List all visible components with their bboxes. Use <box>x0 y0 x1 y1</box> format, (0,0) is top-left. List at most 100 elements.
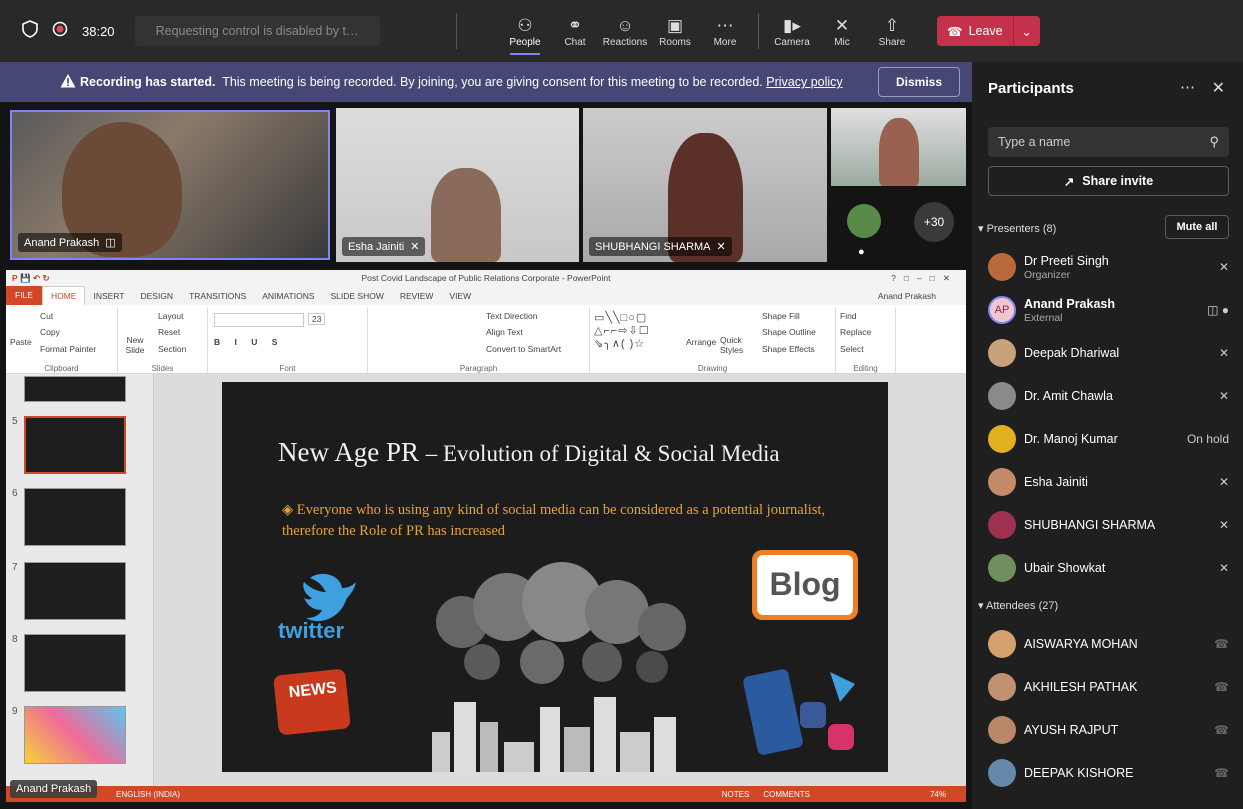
language-status[interactable]: ENGLISH (INDIA) <box>116 790 180 799</box>
participant-row[interactable]: AKHILESH PATHAK ☎ <box>988 669 1229 705</box>
video-tile-preeti[interactable] <box>831 108 966 186</box>
share-icon: ⇧ <box>884 15 900 35</box>
attendees-header[interactable]: ▾ Attendees (27) <box>978 599 1058 612</box>
tab-view[interactable]: VIEW <box>441 291 479 301</box>
participant-row[interactable]: Deepak Dhariwal ✕ <box>988 335 1229 371</box>
notes-button[interactable]: NOTES <box>722 790 750 799</box>
participant-row[interactable]: Dr. Manoj Kumar On hold <box>988 421 1229 457</box>
avatar <box>988 759 1016 787</box>
shape-outline-button[interactable]: Shape Outline <box>762 327 816 337</box>
more-participants-badge[interactable]: +30 <box>914 202 954 242</box>
tab-insert[interactable]: INSERT <box>85 291 132 301</box>
section-button[interactable]: Section <box>158 344 186 354</box>
mute-all-button[interactable]: Mute all <box>1165 215 1229 239</box>
tile-name: Esha Jainiti ✕ <box>342 237 426 256</box>
comments-button[interactable]: COMMENTS <box>763 790 810 799</box>
more-icon: ⋯ <box>716 15 734 35</box>
slide-thumbnail[interactable] <box>24 488 126 546</box>
slide-thumbnail[interactable] <box>24 416 126 474</box>
arrange-button[interactable]: Arrange <box>686 337 716 347</box>
font-size-select[interactable]: 23 <box>308 313 326 325</box>
quick-styles-button[interactable]: Quick Styles <box>720 335 743 355</box>
align-text-button[interactable]: Align Text <box>486 327 523 337</box>
font-format-buttons[interactable]: B I U S <box>214 337 283 347</box>
paste-button[interactable]: Paste <box>10 337 32 347</box>
avatar <box>988 382 1016 410</box>
ppt-titlebar: P 💾 ↶ ↻ Post Covid Landscape of Public R… <box>6 270 966 286</box>
zoom-level[interactable]: 74% <box>930 790 946 799</box>
cut-button[interactable]: Cut <box>40 311 53 321</box>
participants-panel: Participants ⋯ ✕ Type a name ⚲ ↗ Share in… <box>972 62 1243 809</box>
ppt-user[interactable]: Anand Prakash <box>870 291 966 301</box>
dismiss-button[interactable]: Dismiss <box>878 67 960 97</box>
share-button[interactable]: ⇧ Share <box>867 3 917 59</box>
slide-thumbnail[interactable] <box>24 706 126 764</box>
participant-row[interactable]: AYUSH RAJPUT ☎ <box>988 712 1229 748</box>
tab-animations[interactable]: ANIMATIONS <box>254 291 322 301</box>
slide-thumbnail[interactable] <box>24 376 126 402</box>
reactions-button[interactable]: ☺ Reactions <box>600 3 650 59</box>
slide-thumbnail[interactable] <box>24 634 126 692</box>
leave-button[interactable]: ☎ Leave ⌄ <box>937 16 1040 46</box>
more-options-icon[interactable]: ⋯ <box>1180 78 1195 96</box>
participant-row[interactable]: AISWARYA MOHAN ☎ <box>988 626 1229 662</box>
camera-button[interactable]: ▮▸ Camera <box>767 3 817 59</box>
new-slide-button[interactable]: New Slide <box>122 335 148 355</box>
participant-row[interactable]: AP Anand Prakash External ◫ ● <box>988 292 1229 328</box>
shape-fill-button[interactable]: Shape Fill <box>762 311 800 321</box>
participant-avatar[interactable] <box>847 204 881 238</box>
social-media-phone-graphic <box>740 662 860 762</box>
mic-muted-icon: ✕ <box>1218 518 1229 532</box>
participant-search-input[interactable]: Type a name ⚲ <box>988 127 1229 157</box>
shape-effects-button[interactable]: Shape Effects <box>762 344 815 354</box>
find-button[interactable]: Find <box>840 311 857 321</box>
participant-row[interactable]: DEEPAK KISHORE ☎ <box>988 755 1229 791</box>
tab-transitions[interactable]: TRANSITIONS <box>181 291 254 301</box>
tab-slideshow[interactable]: SLIDE SHOW <box>323 291 392 301</box>
presenters-header[interactable]: ▾ Presenters (8) <box>978 222 1056 235</box>
shapes-gallery[interactable]: ▭╲╲□○▢ △⌐⌐⇨⇩☐ ⇘╮∧( )☆ <box>594 311 650 350</box>
convert-smartart-button[interactable]: Convert to SmartArt <box>486 344 561 354</box>
font-family-select[interactable] <box>214 313 304 327</box>
participant-video <box>431 168 501 262</box>
share-screen-icon: ◫ <box>105 237 116 249</box>
participant-row[interactable]: Dr. Amit Chawla ✕ <box>988 378 1229 414</box>
chevron-down-icon[interactable]: ⌄ <box>1014 24 1040 39</box>
request-control-button[interactable]: Requesting control is disabled by t… <box>134 16 380 46</box>
mic-muted-icon: ✕ <box>834 15 850 35</box>
current-slide[interactable]: New Age PR – Evolution of Digital & Soci… <box>222 382 888 772</box>
share-invite-button[interactable]: ↗ Share invite <box>988 166 1229 196</box>
layout-button[interactable]: Layout <box>158 311 184 321</box>
participant-row[interactable]: SHUBHANGI SHARMA ✕ <box>988 507 1229 543</box>
tab-review[interactable]: REVIEW <box>392 291 442 301</box>
video-tile-anand[interactable]: Anand Prakash ◫ <box>10 110 330 260</box>
shared-screen-powerpoint: P 💾 ↶ ↻ Post Covid Landscape of Public R… <box>6 270 966 802</box>
mic-button[interactable]: ✕ Mic <box>817 3 867 59</box>
shield-icon <box>22 19 38 43</box>
format-painter-button[interactable]: Format Painter <box>40 344 96 354</box>
participant-row[interactable]: Esha Jainiti ✕ <box>988 464 1229 500</box>
slide-thumbnail[interactable] <box>24 562 126 620</box>
tab-design[interactable]: DESIGN <box>132 291 181 301</box>
tab-file[interactable]: FILE <box>6 286 42 305</box>
close-icon[interactable]: ✕ <box>1212 78 1225 98</box>
rooms-icon: ▣ <box>666 15 684 35</box>
video-tile-shubhangi[interactable]: SHUBHANGI SHARMA ✕ <box>583 108 827 262</box>
more-button[interactable]: ⋯ More <box>700 3 750 59</box>
select-button[interactable]: Select <box>840 344 864 354</box>
participant-row[interactable]: Dr Preeti Singh Organizer ✕ <box>988 249 1229 285</box>
copy-button[interactable]: Copy <box>40 327 60 337</box>
tab-home[interactable]: HOME <box>41 286 86 305</box>
reset-button[interactable]: Reset <box>158 327 180 337</box>
avatar <box>988 253 1016 281</box>
video-tile-esha[interactable]: Esha Jainiti ✕ <box>336 108 579 262</box>
chat-button[interactable]: ⚭ Chat <box>550 3 600 59</box>
people-button[interactable]: ⚇ People <box>500 3 550 59</box>
rooms-button[interactable]: ▣ Rooms <box>650 3 700 59</box>
text-direction-button[interactable]: Text Direction <box>486 311 538 321</box>
people-icon: ⚇ <box>517 15 533 35</box>
replace-button[interactable]: Replace <box>840 327 871 337</box>
participant-row[interactable]: Ubair Showkat ✕ <box>988 550 1229 586</box>
window-controls[interactable]: ?□–□✕ <box>891 273 958 284</box>
privacy-policy-link[interactable]: Privacy policy <box>766 75 842 89</box>
